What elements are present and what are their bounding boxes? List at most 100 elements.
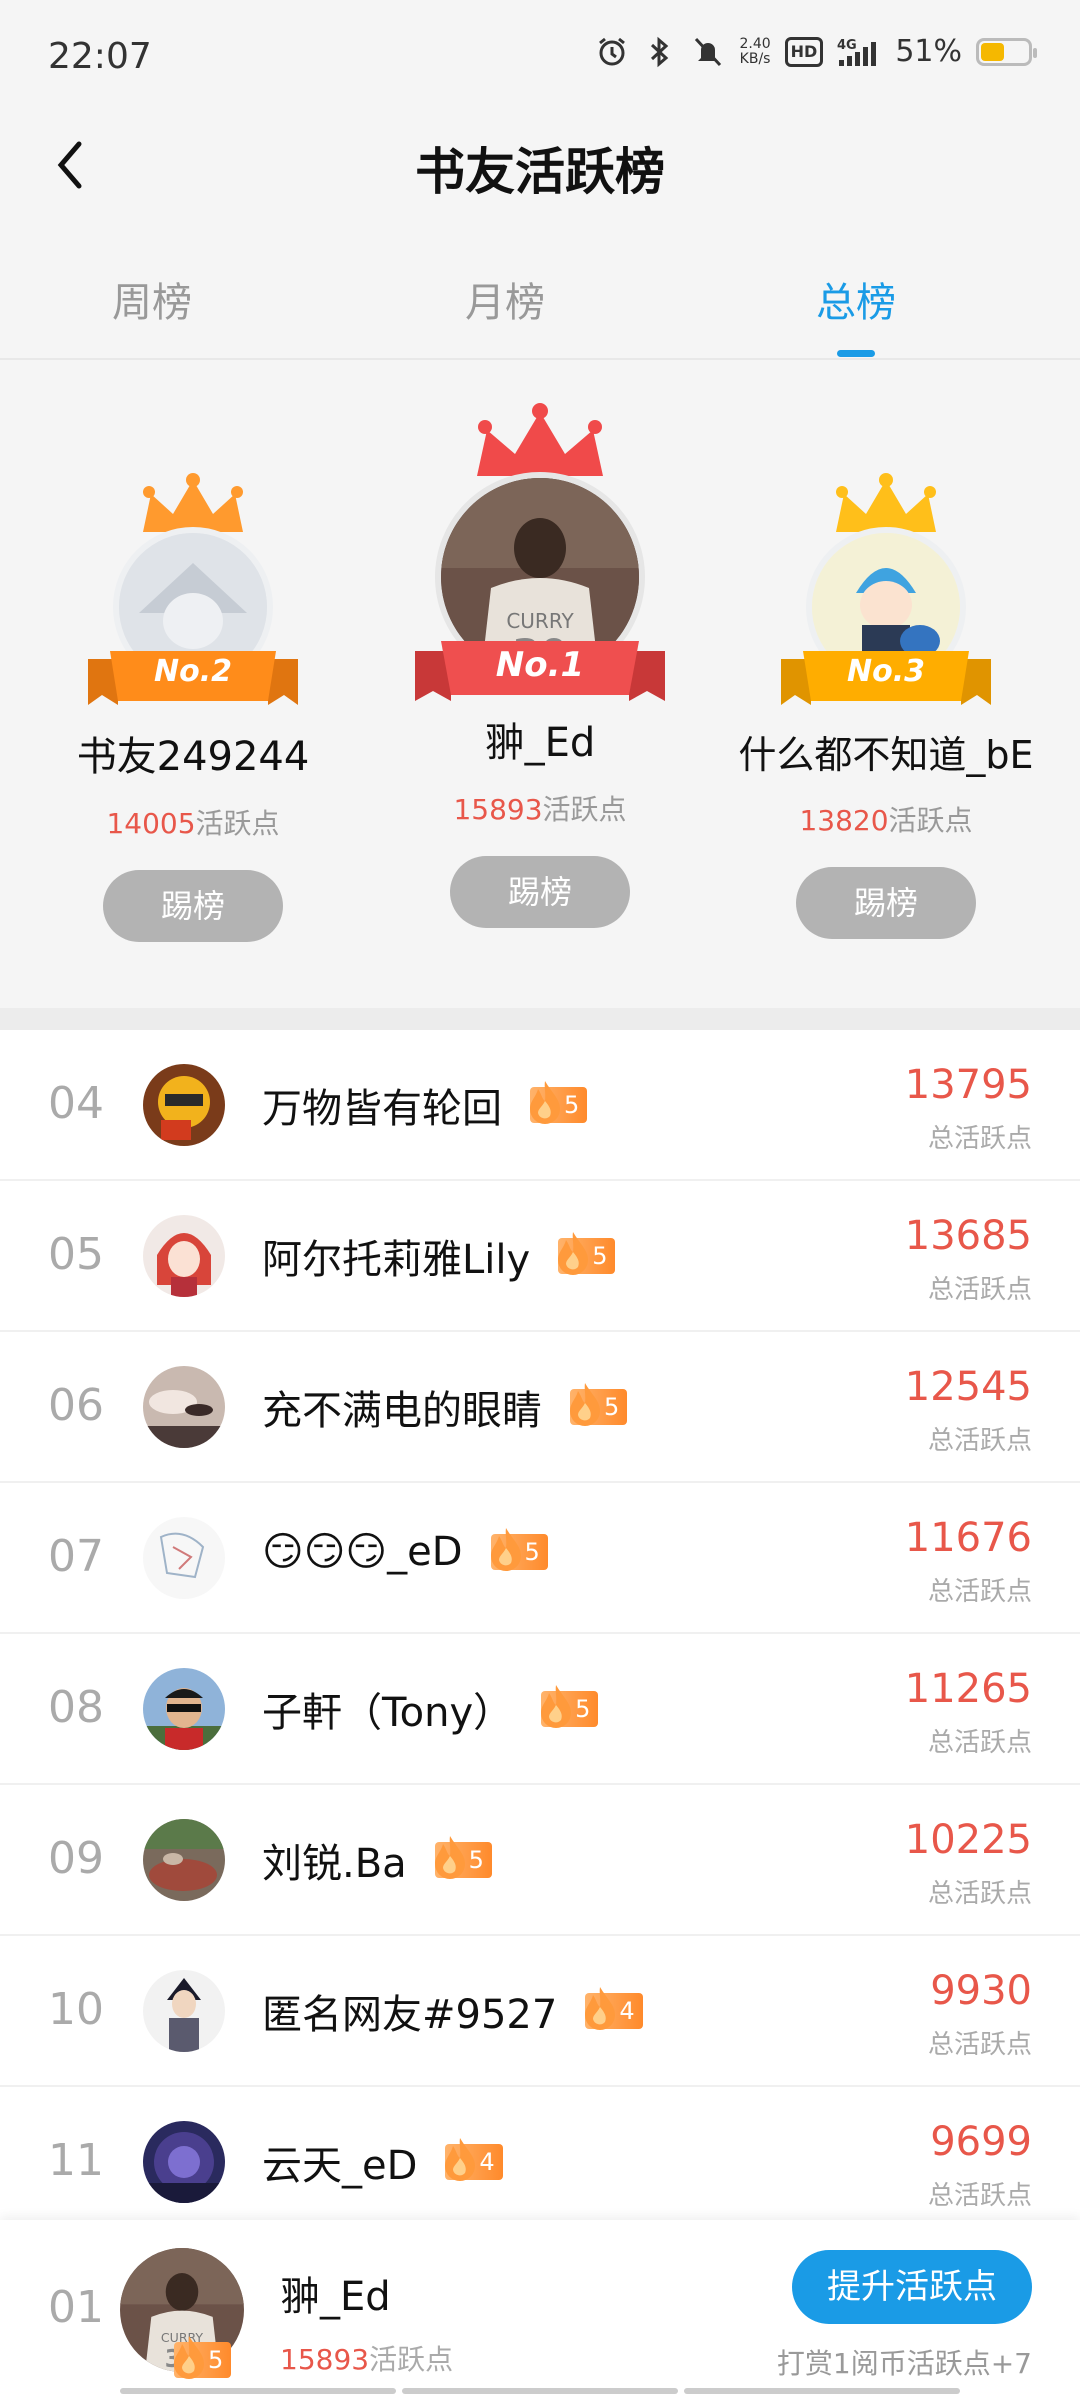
list-item[interactable]: 09 刘锐.Ba 5 10225 总活跃点	[0, 1785, 1080, 1936]
score-value: 9699	[930, 2119, 1032, 2165]
level-badge: 5	[490, 1528, 548, 1571]
avatar[interactable]	[143, 1215, 225, 1297]
level-badge: 5	[541, 1685, 599, 1728]
user-name: 匿名网友#9527 4	[262, 1982, 643, 2040]
user-name: 刘锐.Ba 5	[262, 1831, 492, 1889]
avatar[interactable]	[143, 1819, 225, 1901]
rank-label-second: No.2	[154, 654, 232, 689]
tab-weekly[interactable]: 周榜	[52, 270, 252, 328]
crown-icon	[477, 403, 603, 476]
podium-name-third: 什么都不知道_bE	[738, 733, 1034, 777]
tab-monthly[interactable]: 月榜	[405, 270, 605, 328]
flame-icon	[558, 1232, 589, 1275]
score-value: 13685	[904, 1213, 1032, 1259]
list-item[interactable]: 05 阿尔托莉雅Lily 5 13685 总活跃点	[0, 1181, 1080, 1332]
score-label: 总活跃点	[927, 1577, 1032, 1607]
score-label: 总活跃点	[927, 1426, 1032, 1456]
rank-number: 04	[48, 1078, 104, 1129]
bluetooth-icon	[643, 35, 677, 69]
podium-points-first: 15893活跃点	[453, 793, 627, 826]
score-label: 总活跃点	[927, 1728, 1032, 1758]
list-item[interactable]: 07 😏😏😏_eD 5 11676 总活跃点	[0, 1483, 1080, 1634]
podium: No.2 书友249244 14005活跃点 踢榜 CURRY 30	[0, 362, 1080, 1002]
kick-button-third[interactable]: 踢榜	[796, 867, 976, 939]
level-badge: 5	[434, 1836, 492, 1879]
list-item[interactable]: 10 匿名网友#9527 4 9930 总活跃点	[0, 1936, 1080, 2087]
user-name: 云天_eD 4	[262, 2133, 503, 2191]
level-badge: 5	[558, 1232, 616, 1275]
level-badge: 5	[570, 1383, 628, 1426]
user-name: 万物皆有轮回 5	[262, 1076, 588, 1134]
flame-icon	[530, 1081, 560, 1124]
home-indicator[interactable]	[120, 2388, 960, 2394]
rank-number: 05	[48, 1229, 104, 1280]
podium-third: No.3 什么都不知道_bE 13820活跃点 踢榜	[726, 472, 1046, 939]
user-name: 充不满电的眼睛 5	[262, 1378, 628, 1436]
score-label: 总活跃点	[927, 2181, 1032, 2211]
mute-icon	[691, 35, 725, 69]
section-divider	[0, 1008, 1080, 1030]
user-name: 阿尔托莉雅Lily 5	[262, 1227, 616, 1285]
avatar[interactable]	[143, 1970, 225, 2052]
podium-second: No.2 书友249244 14005活跃点 踢榜	[33, 472, 353, 942]
score-label: 总活跃点	[927, 2030, 1032, 2060]
my-rank-number: 01	[48, 2282, 104, 2333]
avatar[interactable]	[143, 1668, 225, 1750]
rank-number: 10	[48, 1984, 104, 2035]
flame-icon	[585, 1987, 616, 2030]
tab-total[interactable]: 总榜	[756, 270, 956, 328]
podium-name-second: 书友249244	[76, 734, 310, 780]
my-rank-bar: 01 CURRY30 5 翀_Ed 15893活跃点 提升活跃点 打赏1阅币活跃…	[0, 2220, 1080, 2400]
score-value: 12545	[904, 1364, 1032, 1410]
my-name: 翀_Ed	[280, 2274, 391, 2320]
battery-icon	[976, 37, 1037, 66]
flame-icon	[490, 1528, 521, 1571]
rank-number: 09	[48, 1833, 104, 1884]
score-value: 11265	[904, 1666, 1032, 1712]
avatar[interactable]	[143, 1064, 225, 1146]
rank-number: 08	[48, 1682, 104, 1733]
list-item[interactable]: 11 云天_eD 4 9699 总活跃点	[0, 2087, 1080, 2238]
score-label: 总活跃点	[927, 1879, 1032, 1909]
list-item[interactable]: 08 子軒（Tony） 5 11265 总活跃点	[0, 1634, 1080, 1785]
flame-icon	[570, 1383, 600, 1426]
signal-icon: 4G	[837, 35, 881, 69]
tab-active-indicator	[837, 350, 875, 357]
tab-bar: 周榜 月榜 总榜	[0, 250, 1080, 360]
score-label: 总活跃点	[927, 1275, 1032, 1305]
kick-button-first[interactable]: 踢榜	[450, 856, 630, 928]
rank-number: 07	[48, 1531, 104, 1582]
level-badge: 4	[585, 1987, 643, 2030]
level-badge: 5	[174, 2336, 232, 2379]
flame-icon	[445, 2138, 476, 2181]
alarm-icon	[595, 35, 629, 69]
level-badge: 5	[530, 1081, 588, 1124]
flame-icon	[174, 2336, 204, 2379]
list-item[interactable]: 06 充不满电的眼睛 5 12545 总活跃点	[0, 1332, 1080, 1483]
list-item[interactable]: 04 万物皆有轮回 5 13795 总活跃点	[0, 1030, 1080, 1181]
podium-points-third: 13820活跃点	[799, 804, 973, 837]
avatar[interactable]	[143, 2121, 225, 2203]
flame-icon	[541, 1685, 572, 1728]
boost-activity-button[interactable]: 提升活跃点	[792, 2250, 1032, 2324]
header: 书友活跃榜	[0, 110, 1080, 225]
user-name: 子軒（Tony） 5	[262, 1680, 599, 1738]
avatar[interactable]	[143, 1366, 225, 1448]
podium-points-second: 14005活跃点	[106, 807, 280, 840]
status-time: 22:07	[48, 36, 152, 77]
kick-button-second[interactable]: 踢榜	[103, 870, 283, 942]
score-label: 总活跃点	[927, 1124, 1032, 1154]
podium-name-first: 翀_Ed	[484, 720, 596, 766]
status-icons: 2.40 KB/s HD 4G 51%	[595, 34, 1037, 69]
rank-label-third: No.3	[847, 654, 925, 689]
page-title: 书友活跃榜	[415, 143, 665, 201]
score-value: 10225	[904, 1817, 1032, 1863]
my-points: 15893活跃点	[280, 2343, 454, 2376]
ranking-list: 04 万物皆有轮回 5 13795 总活跃点 05 阿尔托莉雅Lily 5 13…	[0, 1030, 1080, 2238]
avatar[interactable]	[143, 1517, 225, 1599]
battery-percent: 51%	[895, 34, 962, 69]
status-bar: 22:07 2.40 KB/s HD 4G 51%	[0, 0, 1080, 110]
podium-first: CURRY 30 No.1 翀_Ed 15893活跃点 踢榜	[380, 402, 700, 928]
level-badge: 4	[445, 2138, 503, 2181]
score-value: 11676	[904, 1515, 1032, 1561]
